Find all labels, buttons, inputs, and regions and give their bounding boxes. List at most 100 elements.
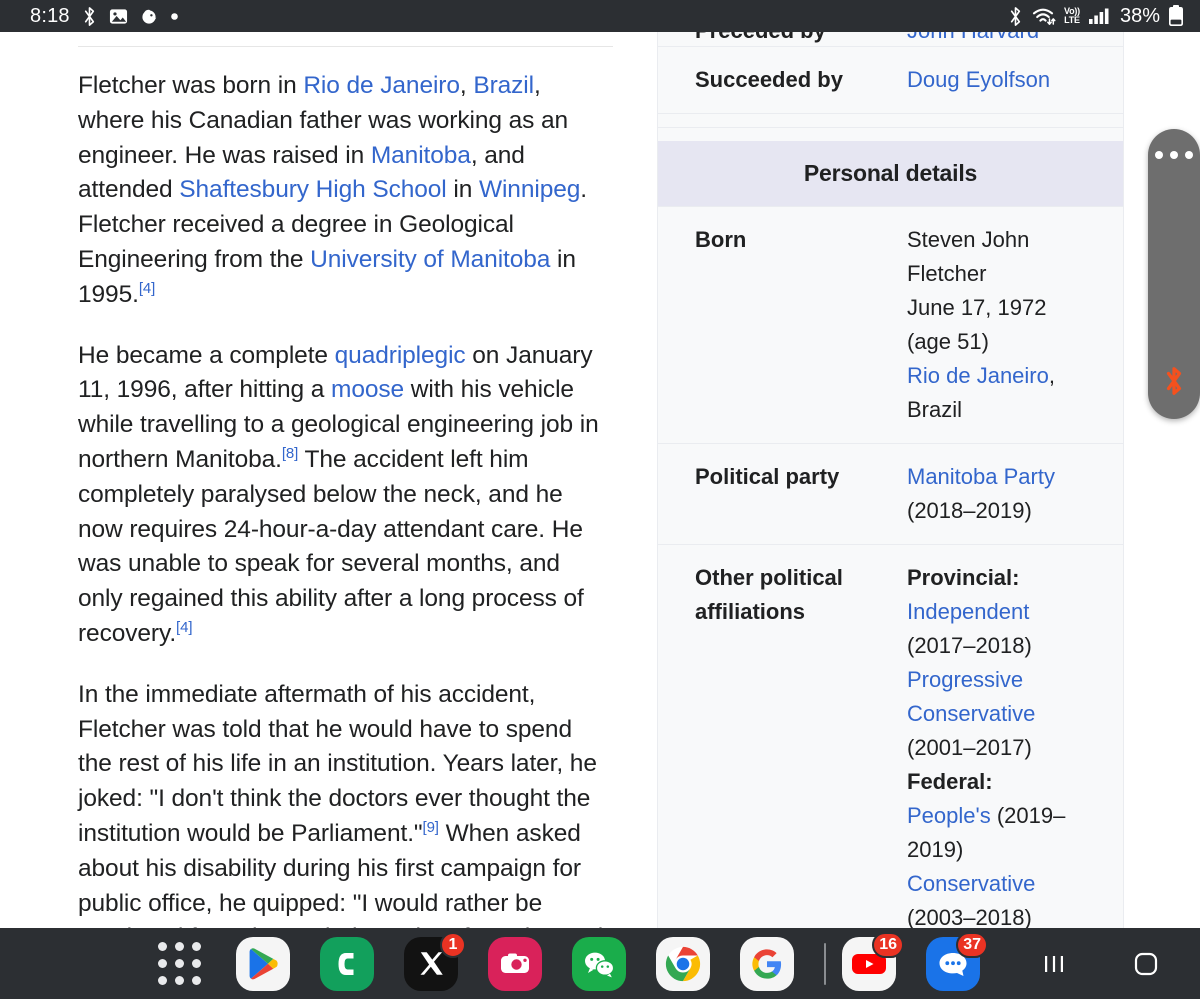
phone-screen: 8:18 Vo)) LTE 38% Fletcher was born in R… <box>0 0 1200 999</box>
infobox-label: Other political affiliations <box>695 565 843 624</box>
dock-apps: 1 16 37 <box>0 931 1008 993</box>
camera-icon[interactable] <box>488 936 542 991</box>
play-store-icon[interactable] <box>236 936 290 991</box>
infobox-row-political-party: Political party Manitoba Party (2018–201… <box>658 443 1123 544</box>
badge-count: 37 <box>956 931 988 958</box>
battery-icon <box>1168 5 1184 27</box>
play-store[interactable] <box>234 935 292 993</box>
article-link[interactable]: moose <box>331 376 404 403</box>
infobox-gap <box>658 113 1123 127</box>
federal-heading: Federal: <box>907 769 993 794</box>
preceded-by-link[interactable]: John Harvard <box>907 32 1039 43</box>
affiliation-link[interactable]: Independent <box>907 599 1029 624</box>
born-date: June 17, 1972 <box>907 295 1047 320</box>
paragraph-birth: Fletcher was born in Rio de Janeiro, Bra… <box>78 72 587 308</box>
volte-icon: Vo)) LTE <box>1064 7 1080 24</box>
infobox-section-header: Personal details <box>658 141 1123 206</box>
chrome[interactable] <box>654 935 712 993</box>
infobox-label: Born <box>695 227 747 252</box>
infobox-party-value: Manitoba Party (2018–2019) <box>907 460 1103 528</box>
reference-link[interactable]: [9] <box>423 819 439 836</box>
born-place-link[interactable]: Rio de Janeiro <box>907 363 1049 388</box>
phone[interactable] <box>318 935 376 993</box>
infobox-label: Preceded by <box>695 32 907 46</box>
article-link[interactable]: University of Manitoba <box>310 246 550 273</box>
paragraph-accident: He became a complete quadriplegic on Jan… <box>78 341 599 647</box>
battery-percent: 38% <box>1119 4 1160 27</box>
article-link[interactable]: Shaftesbury High School <box>179 176 446 203</box>
infobox-label: Political party <box>695 464 840 489</box>
home-button[interactable] <box>1100 934 1192 994</box>
grid-icon[interactable] <box>157 942 201 985</box>
wechat-icon[interactable] <box>572 936 626 991</box>
messages[interactable]: 37 <box>924 931 988 993</box>
signal-icon <box>1088 7 1110 25</box>
affiliation-years: (2001–2017) <box>907 735 1032 760</box>
status-bar-right: Vo)) LTE 38% <box>1007 5 1184 28</box>
youtube[interactable]: 16 <box>840 931 904 993</box>
born-place: Rio de Janeiro, Brazil <box>907 359 1103 427</box>
article-link[interactable]: Winnipeg <box>479 176 580 203</box>
political-party-link[interactable]: Manitoba Party <box>907 464 1055 489</box>
affiliation-item: Independent (2017–2018) <box>907 595 1103 663</box>
infobox-affiliations-value: Provincial: Independent (2017–2018) Progr… <box>907 561 1103 928</box>
affiliation-years: (2003–2018) <box>907 905 1032 928</box>
born-fullname: Steven John Fletcher <box>907 227 1030 286</box>
reference-marker[interactable]: [8] <box>282 445 298 462</box>
photo-icon <box>109 7 128 26</box>
volte-bottom: LTE <box>1064 15 1080 25</box>
reference-marker[interactable]: [4] <box>176 619 192 636</box>
article-link[interactable]: Rio de Janeiro <box>303 72 460 99</box>
affiliation-item: People's (2019–2019) <box>907 799 1103 867</box>
infobox-gap <box>658 127 1123 141</box>
infobox-row-born: Born Steven John Fletcher June 17, 1972 … <box>658 206 1123 443</box>
affiliation-link[interactable]: Conservative <box>907 871 1035 896</box>
reference-link[interactable]: [4] <box>176 619 192 636</box>
reference-link[interactable]: [8] <box>282 445 298 462</box>
infobox-row-succeeded-by: Succeeded by Doug Eyolfson <box>658 46 1123 113</box>
federal-list: People's (2019–2019) Conservative (2003–2… <box>907 799 1103 928</box>
instagram[interactable] <box>486 935 544 993</box>
status-bar-left: 8:18 <box>16 5 179 28</box>
x-twitter[interactable]: 1 <box>402 931 466 993</box>
google[interactable] <box>738 935 796 993</box>
section-divider <box>78 46 613 47</box>
affiliation-link[interactable]: People's <box>907 803 991 828</box>
article-link[interactable]: Brazil <box>473 72 534 99</box>
political-party-years: (2018–2019) <box>907 498 1032 523</box>
article-link[interactable]: Manitoba <box>371 142 471 169</box>
infobox-label: Succeeded by <box>695 67 843 92</box>
affiliation-item: Conservative (2003–2018) <box>907 867 1103 928</box>
phone-icon[interactable] <box>320 936 374 991</box>
succeeded-by-link[interactable]: Doug Eyolfson <box>907 67 1050 92</box>
infobox-row-preceded-by: Preceded by John Harvard <box>658 32 1123 46</box>
three-dots-icon[interactable] <box>1155 151 1193 159</box>
provincial-heading: Provincial: <box>907 565 1020 590</box>
article-column: Fletcher was born in Rio de Janeiro, Bra… <box>0 32 645 928</box>
dock-bar: 1 16 37 <box>0 928 1200 999</box>
wifi-icon <box>1032 6 1056 26</box>
born-age: (age 51) <box>907 329 989 354</box>
article-link[interactable]: quadriplegic <box>335 342 466 369</box>
back-button[interactable] <box>1192 934 1200 994</box>
infobox-born-value: Steven John Fletcher June 17, 1972 (age … <box>907 223 1103 427</box>
app-drawer[interactable] <box>150 935 208 993</box>
reference-marker[interactable]: [9] <box>423 819 439 836</box>
webview-content[interactable]: Fletcher was born in Rio de Janeiro, Bra… <box>0 32 1200 928</box>
reference-link[interactable]: [4] <box>139 280 155 297</box>
dot-icon <box>170 12 179 21</box>
bluetooth-icon[interactable] <box>1161 366 1187 401</box>
status-bar: 8:18 Vo)) LTE 38% <box>0 0 1200 32</box>
chrome-icon[interactable] <box>656 936 710 991</box>
google-icon[interactable] <box>740 936 794 991</box>
bluetooth-floating-button[interactable] <box>1148 129 1200 419</box>
app-notification-icon <box>139 6 159 26</box>
affiliation-years: (2017–2018) <box>907 633 1032 658</box>
infobox-row-other-affiliations: Other political affiliations Provincial:… <box>658 544 1123 928</box>
provincial-list: Independent (2017–2018) Progressive Conse… <box>907 595 1103 765</box>
wechat[interactable] <box>570 935 628 993</box>
infobox: Preceded by John Harvard Succeeded by Do… <box>657 32 1124 928</box>
recents-button[interactable] <box>1008 934 1100 994</box>
reference-marker[interactable]: [4] <box>139 280 155 297</box>
affiliation-link[interactable]: Progressive Conservative <box>907 667 1035 726</box>
